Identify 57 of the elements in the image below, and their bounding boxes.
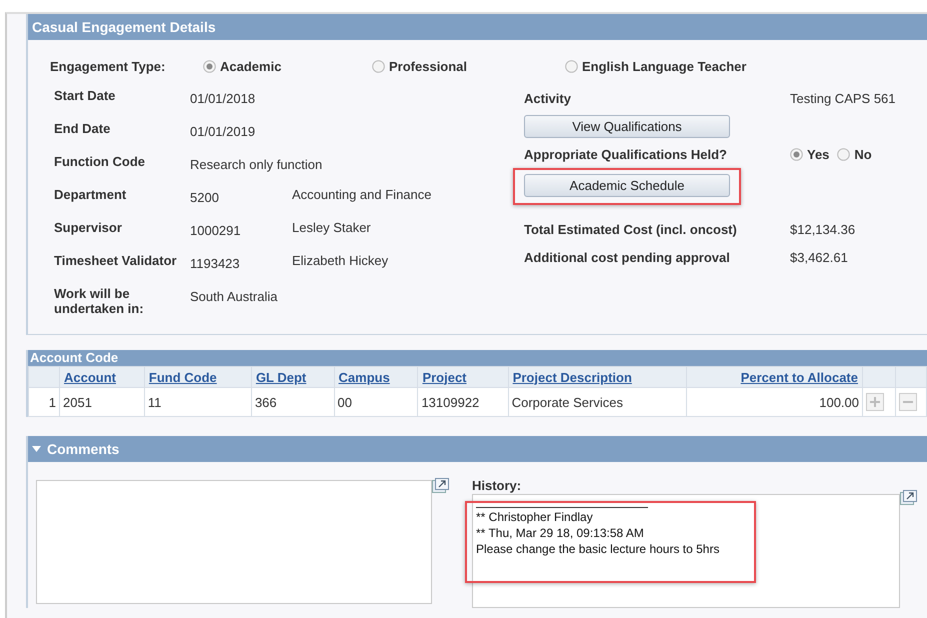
radio-button[interactable] bbox=[203, 60, 216, 72]
row-number: 1 bbox=[28, 388, 60, 416]
field-value: 5200 bbox=[190, 189, 220, 207]
field-label: Supervisor bbox=[54, 219, 123, 237]
radio-label: Academic bbox=[220, 58, 282, 74]
field-value: Research only function bbox=[190, 156, 324, 174]
table-cell: 100.00 bbox=[686, 388, 862, 416]
history-entry: Please change the basic lecture hours to 5hrs bbox=[476, 542, 720, 556]
table-cell: Corporate Services bbox=[508, 388, 687, 416]
radio-button[interactable] bbox=[372, 60, 385, 72]
radio-button[interactable] bbox=[790, 148, 803, 160]
add-row-icon[interactable] bbox=[866, 393, 884, 411]
button[interactable]: View Qualifications bbox=[524, 114, 730, 138]
field-value: South Australia bbox=[190, 288, 278, 306]
field-label: Total Estimated Cost (incl. oncost) bbox=[524, 220, 738, 239]
expand-icon[interactable] bbox=[432, 478, 449, 493]
section-header: Account Code bbox=[28, 350, 927, 366]
table-cell: 13109922 bbox=[418, 388, 508, 416]
field-value: 01/01/2018 bbox=[190, 90, 256, 108]
radio-button[interactable] bbox=[565, 60, 578, 72]
field-label: Appropriate Qualifications Held? bbox=[524, 146, 728, 164]
field-label: Department bbox=[54, 186, 128, 204]
field-value: $3,462.61 bbox=[790, 248, 849, 266]
radio-label: No bbox=[854, 146, 872, 162]
table-cell: 11 bbox=[144, 388, 252, 416]
field-label: Start Date bbox=[54, 87, 116, 105]
field-label: Work will be undertaken in: bbox=[54, 285, 145, 316]
field-value: 1000291 bbox=[190, 222, 242, 240]
field-label: Engagement Type: bbox=[50, 58, 166, 74]
caret-icon bbox=[32, 446, 41, 452]
radio-label: Yes bbox=[807, 146, 830, 162]
radio-label: Professional bbox=[389, 58, 468, 74]
field-value: 01/01/2019 bbox=[190, 123, 256, 141]
expand-icon[interactable] bbox=[900, 490, 917, 505]
radio-button[interactable] bbox=[837, 148, 850, 160]
history-entry: ** Christopher Findlay bbox=[476, 510, 593, 524]
field-label: Function Code bbox=[54, 153, 146, 171]
comment-field[interactable] bbox=[36, 480, 432, 604]
history-entry: ** Thu, Mar 29 18, 09:13:58 AM bbox=[476, 526, 644, 540]
field-label: Additional cost pending approval bbox=[524, 248, 731, 267]
button[interactable]: Academic Schedule bbox=[524, 174, 730, 197]
delete-row-icon[interactable] bbox=[899, 393, 917, 411]
radio-label: English Language Teacher bbox=[582, 58, 746, 74]
field-label: Activity bbox=[524, 90, 572, 108]
field-value: $12,134.36 bbox=[790, 220, 856, 238]
field-label: End Date bbox=[54, 120, 112, 138]
field-description: Elizabeth Hickey bbox=[292, 252, 390, 270]
section-header: Casual Engagement Details bbox=[28, 14, 927, 40]
field-value: Testing CAPS 561 bbox=[790, 90, 897, 108]
field-description: Accounting and Finance bbox=[292, 186, 432, 204]
field-label: Timesheet Validator bbox=[54, 252, 178, 270]
table-cell: 366 bbox=[251, 388, 334, 416]
table-cell: 00 bbox=[334, 388, 418, 416]
history-label: History: bbox=[472, 478, 522, 493]
field-value: 1193423 bbox=[190, 255, 241, 273]
field-description: Lesley Staker bbox=[292, 219, 372, 237]
table-cell: 2051 bbox=[60, 388, 144, 416]
